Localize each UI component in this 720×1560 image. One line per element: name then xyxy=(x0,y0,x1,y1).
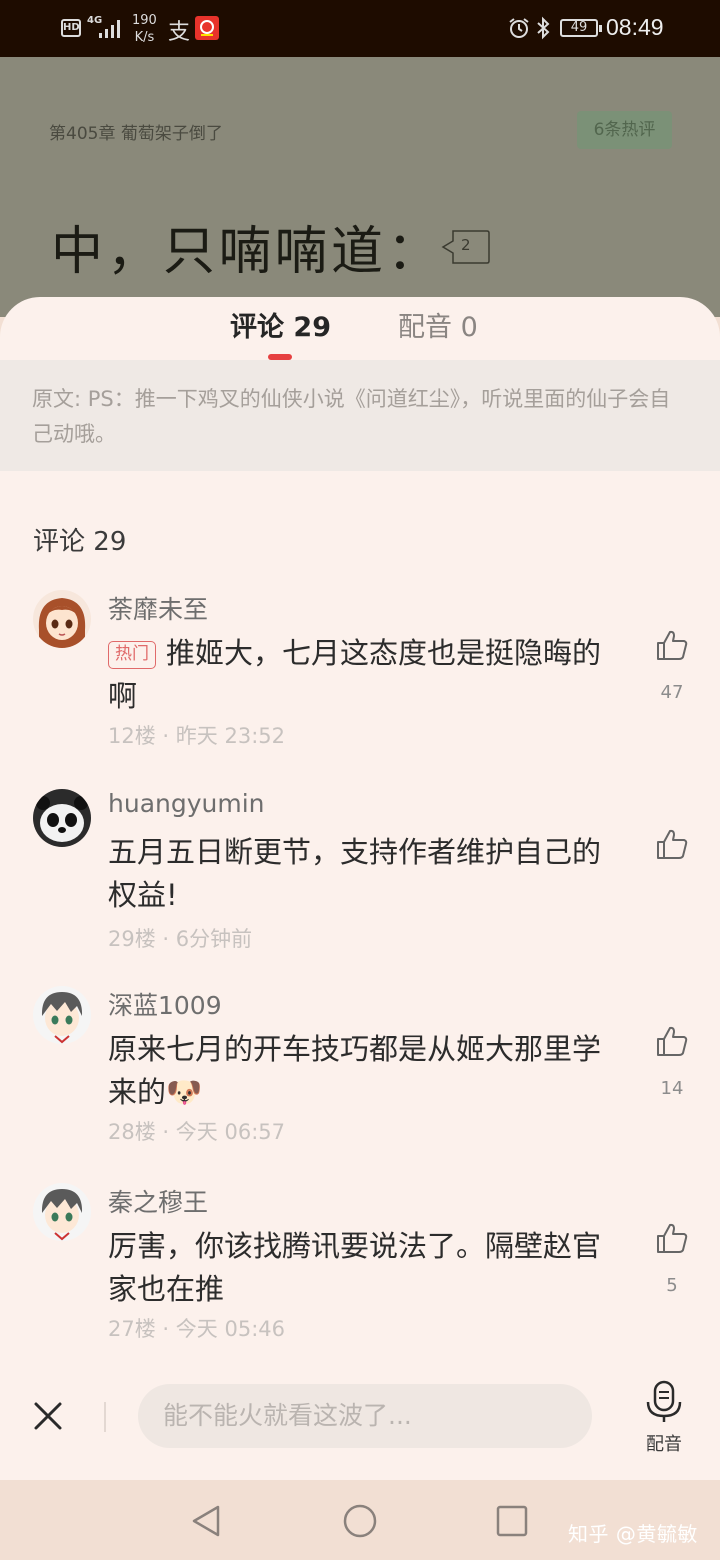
comment-input[interactable]: 能不能火就看这波了... xyxy=(138,1384,592,1448)
home-icon[interactable] xyxy=(342,1503,378,1539)
comments-sheet: 评论 29 配音 0 原文: PS：推一下鸡叉的仙侠小说《问道红尘》，听说里面的… xyxy=(0,297,720,1480)
anime-girl-avatar xyxy=(33,590,91,648)
bluetooth-icon xyxy=(537,16,550,40)
comment-item: 深蓝1009 原来七月的开车技巧都是从姬大那里学来的🐶 28楼 · 今天 06:… xyxy=(0,986,720,1176)
chapter-title: 第405章 葡萄架子倒了 xyxy=(49,124,223,144)
microphone-icon xyxy=(646,1380,682,1422)
dub-label: 配音 xyxy=(646,1434,682,1455)
thumbs-up-icon xyxy=(657,1223,688,1253)
thumbs-up-icon xyxy=(657,829,688,859)
user-avatar[interactable] xyxy=(33,789,91,847)
shiba-emoji: 🐶 xyxy=(166,1075,203,1109)
comments-section-title: 评论 29 xyxy=(33,527,127,557)
comment-meta: 12楼 · 昨天 23:52 xyxy=(108,724,285,748)
user-avatar[interactable] xyxy=(33,1183,91,1241)
alarm-icon xyxy=(509,18,529,38)
tab-comments[interactable]: 评论 29 xyxy=(230,311,331,345)
comment-text: 热门 推姬大，七月这态度也是挺隐晦的啊 xyxy=(108,636,602,713)
clock: 08:49 xyxy=(606,14,664,40)
like-count: 5 xyxy=(666,1275,678,1296)
panda-avatar xyxy=(33,789,91,847)
paragraph-comment-count: 2 xyxy=(461,236,471,254)
comment-text: 五月五日断更节，支持作者维护自己的权益! xyxy=(108,835,602,912)
comment-input-bar: 能不能火就看这波了... 配音 xyxy=(0,1380,720,1480)
reader-background: 第405章 葡萄架子倒了 6条热评 中，只喃喃道： 2 xyxy=(0,57,720,317)
network-speed: 190 K/s xyxy=(132,13,157,45)
thumbs-up-icon xyxy=(657,1026,688,1056)
recent-apps-icon[interactable] xyxy=(496,1505,528,1537)
comment-meta: 29楼 · 6分钟前 xyxy=(108,927,253,951)
source-text: 原文: PS：推一下鸡叉的仙侠小说《问道红尘》，听说里面的仙子会自己动哦。 xyxy=(0,360,720,471)
comment-meta: 28楼 · 今天 06:57 xyxy=(108,1120,285,1144)
comment-username[interactable]: 荼靡未至 xyxy=(108,590,208,626)
comment-meta: 27楼 · 今天 05:46 xyxy=(108,1317,285,1341)
comment-item: 荼靡未至 热门 推姬大，七月这态度也是挺隐晦的啊 12楼 · 昨天 23:52 4… xyxy=(0,590,720,780)
paragraph-comment-bubble[interactable]: 2 xyxy=(441,229,491,265)
comment-username[interactable]: huangyumin xyxy=(108,789,265,818)
dub-button[interactable]: 配音 xyxy=(638,1380,690,1456)
sheet-tabs: 评论 29 配音 0 xyxy=(0,297,720,360)
comment-username[interactable]: 深蓝1009 xyxy=(108,986,222,1022)
comment-item: 秦之穆王 厉害，你该找腾讯要说法了。隔壁赵官家也在推 27楼 · 今天 05:4… xyxy=(0,1183,720,1373)
comment-username[interactable]: 秦之穆王 xyxy=(108,1183,208,1219)
anime-boy-avatar xyxy=(33,1183,91,1241)
signal-icon xyxy=(99,20,120,38)
watermark: 知乎 @黄毓敏 xyxy=(568,1522,698,1546)
reader-text-line: 中，只喃喃道： xyxy=(51,222,444,282)
user-avatar[interactable] xyxy=(33,590,91,648)
user-avatar[interactable] xyxy=(33,986,91,1044)
like-count: 14 xyxy=(660,1078,684,1099)
anime-boy-avatar xyxy=(33,986,91,1044)
like-count: 47 xyxy=(660,682,684,703)
comment-text: 厉害，你该找腾讯要说法了。隔壁赵官家也在推 xyxy=(108,1229,602,1306)
status-bar: HD 4G 190 K/s 支 49 08:49 xyxy=(0,0,720,57)
hot-tag: 热门 xyxy=(108,641,156,669)
system-nav-bar: 知乎 @黄毓敏 xyxy=(0,1480,720,1560)
alipay-icon: 支 xyxy=(168,20,191,45)
battery-icon: 49 xyxy=(560,19,602,37)
divider xyxy=(104,1402,106,1432)
close-icon[interactable] xyxy=(32,1400,64,1432)
like-button[interactable] xyxy=(652,1221,692,1259)
thumbs-up-icon xyxy=(657,630,688,660)
tab-dubbing[interactable]: 配音 0 xyxy=(398,311,478,345)
like-button[interactable] xyxy=(652,1024,692,1062)
hd-icon: HD xyxy=(61,19,81,37)
comment-text: 原来七月的开车技巧都是从姬大那里学来的🐶 xyxy=(108,1032,602,1109)
comment-item: huangyumin 五月五日断更节，支持作者维护自己的权益! 29楼 · 6分… xyxy=(0,789,720,979)
like-button[interactable] xyxy=(652,827,692,865)
hot-comments-badge[interactable]: 6条热评 xyxy=(577,111,672,149)
like-button[interactable] xyxy=(652,628,692,666)
back-icon[interactable] xyxy=(188,1503,224,1539)
app-icon xyxy=(195,16,219,40)
